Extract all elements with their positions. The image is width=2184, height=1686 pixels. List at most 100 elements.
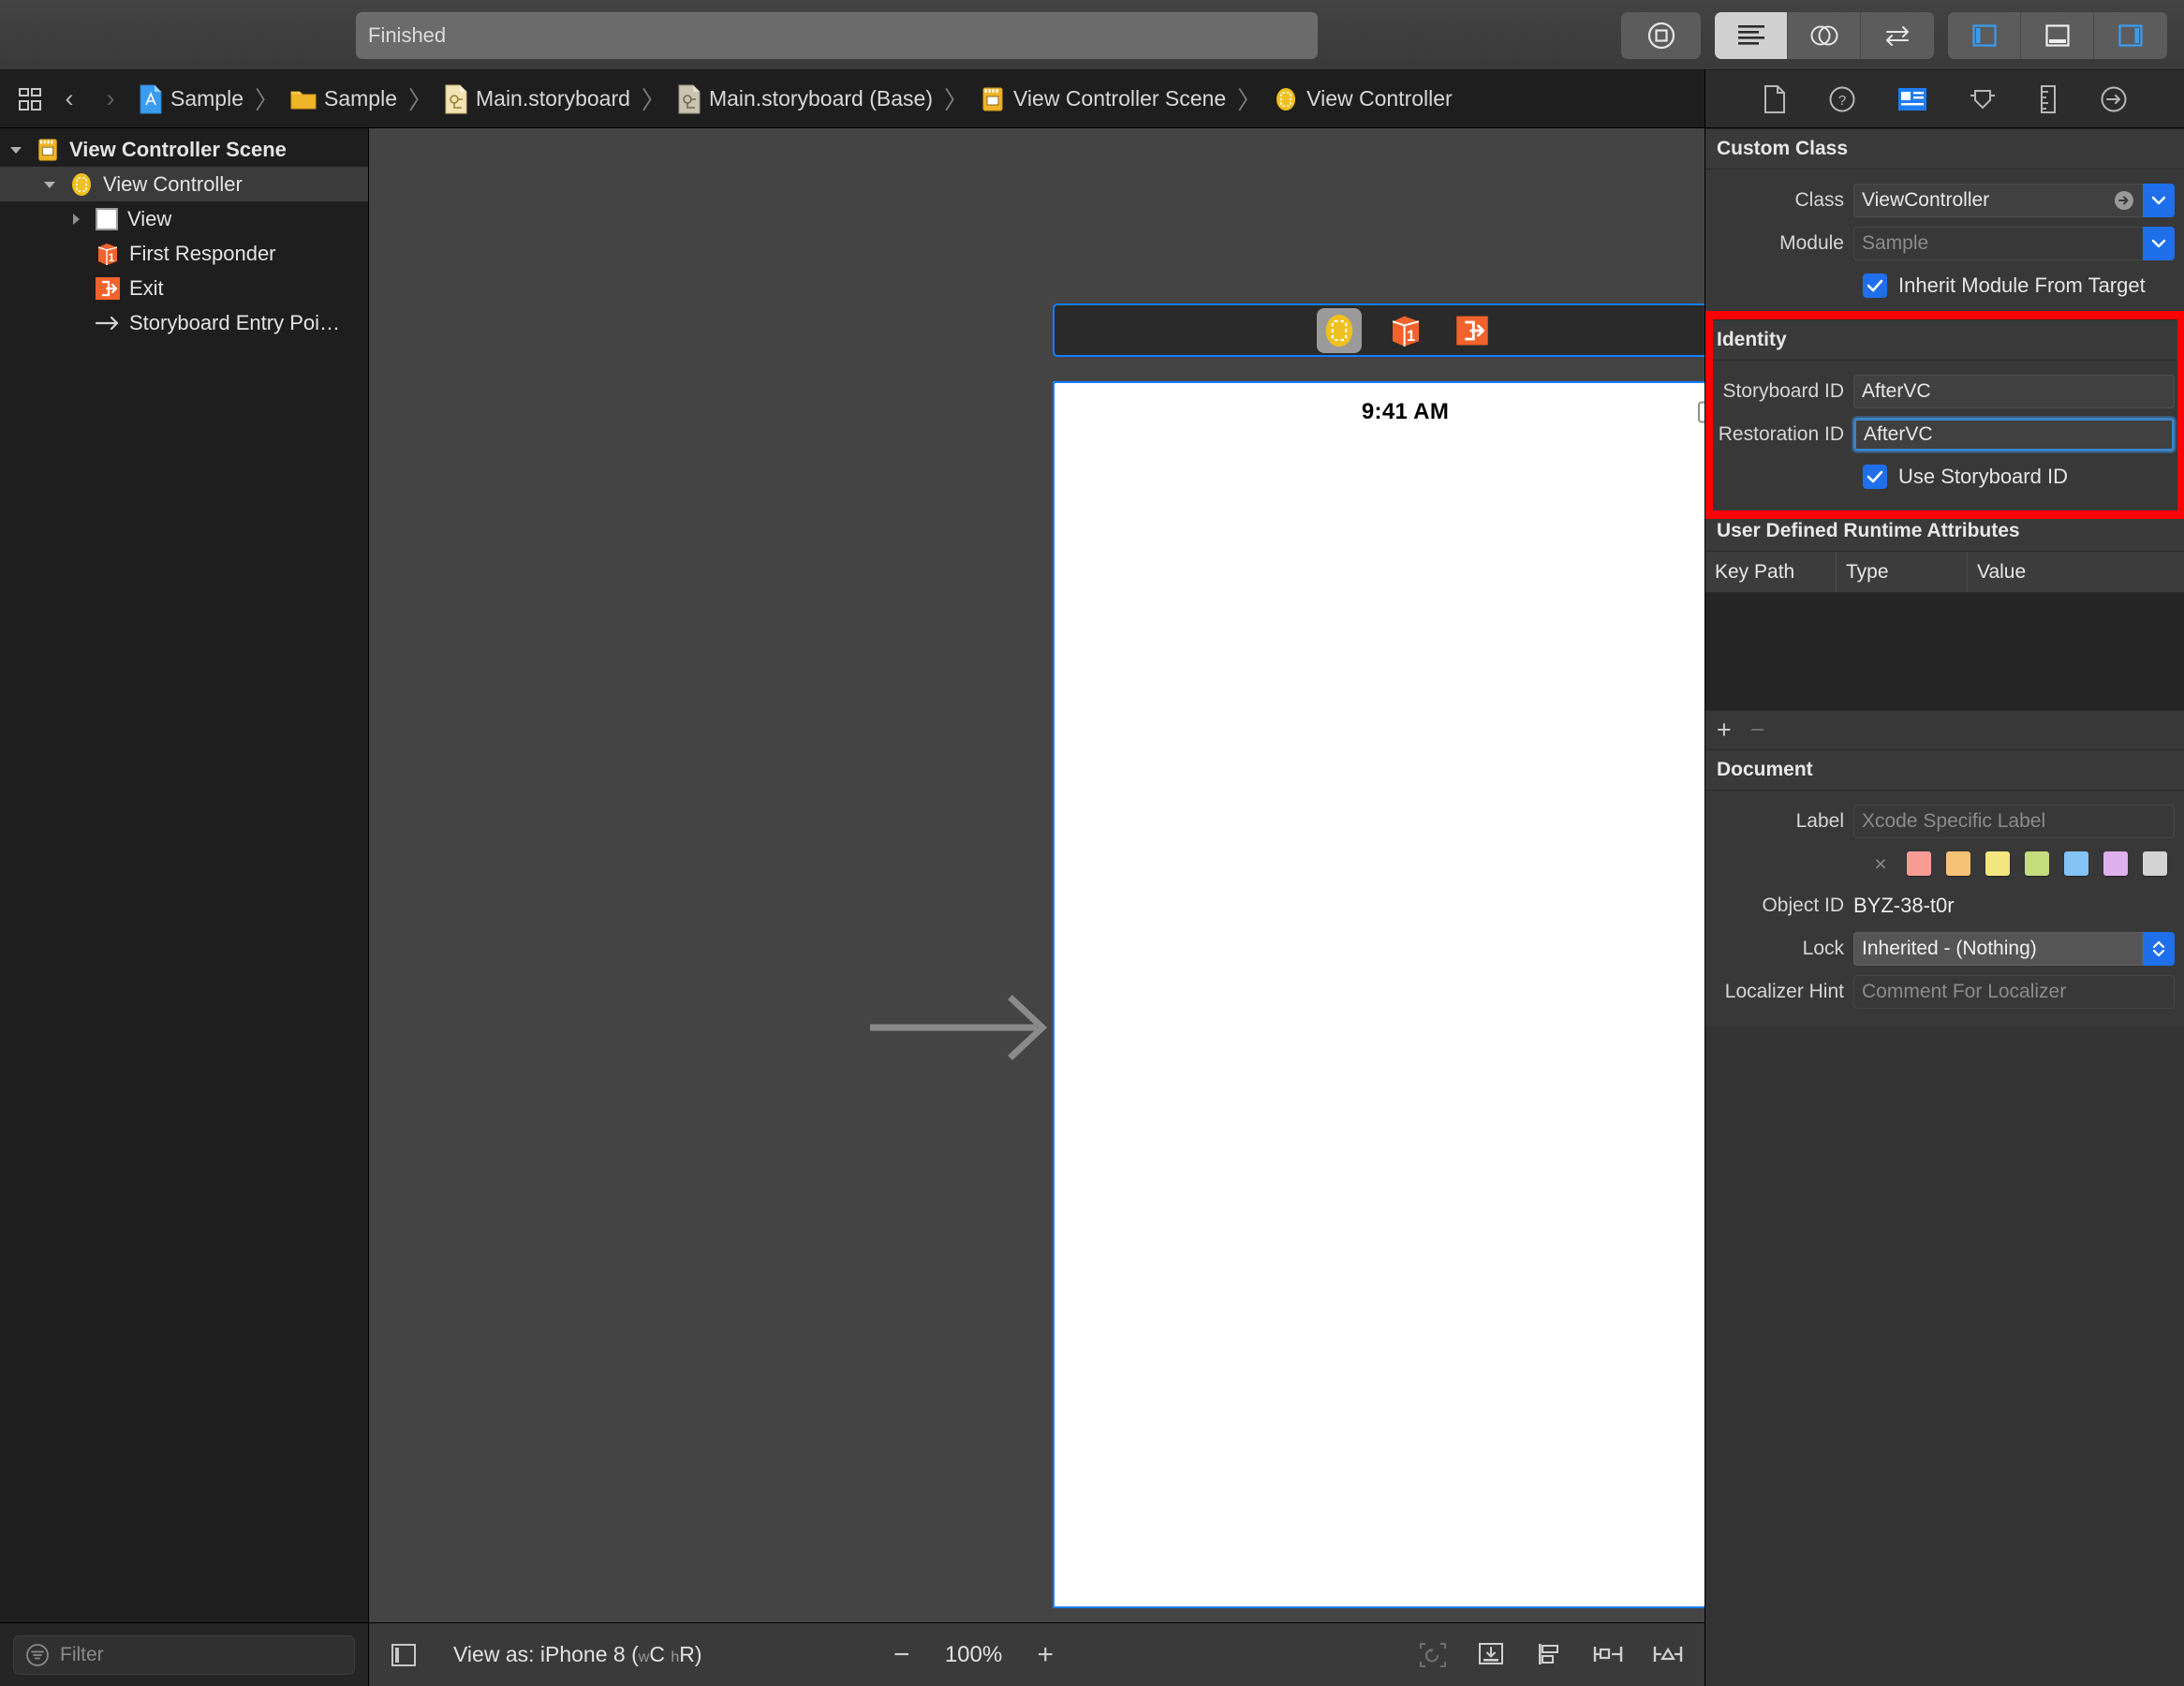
standard-editor-button[interactable] <box>1715 12 1788 59</box>
section-title: Document <box>1717 759 1813 780</box>
resolve-issues-button[interactable] <box>1652 1641 1684 1669</box>
lock-popup-value[interactable]: Inherited - (Nothing) <box>1853 932 2143 966</box>
embed-in-button[interactable] <box>1476 1641 1506 1669</box>
swatch-red[interactable] <box>1907 851 1931 876</box>
class-dropdown-button[interactable] <box>2143 184 2175 217</box>
toggle-debug-area-button[interactable] <box>2021 12 2094 59</box>
connections-inspector-tab[interactable] <box>2100 85 2128 113</box>
scene-first-responder-button[interactable]: 1 <box>1383 308 1428 353</box>
svg-text:1: 1 <box>1406 327 1414 345</box>
custom-class-section-body: Class ViewController Module Sample Inher… <box>1705 170 2184 319</box>
outline-item-view-controller[interactable]: View Controller <box>0 167 368 201</box>
outline-item-first-responder[interactable]: 1 First Responder <box>0 236 368 271</box>
swatch-blue[interactable] <box>2064 851 2088 876</box>
udra-empty-rows[interactable] <box>1705 593 2184 710</box>
udra-column-value: Value <box>1977 560 2027 583</box>
breadcrumb-item-project[interactable]: Sample <box>137 84 245 114</box>
swatch-orange[interactable] <box>1946 851 1970 876</box>
class-row: Class ViewController <box>1705 179 2184 222</box>
filter-input[interactable]: Filter <box>13 1634 355 1675</box>
outline-item-storyboard-entry-point[interactable]: Storyboard Entry Poi… <box>0 305 368 340</box>
grid-squares-icon <box>19 87 41 111</box>
lock-stepper-button[interactable] <box>2143 932 2175 966</box>
use-storyboard-id-checkbox[interactable] <box>1863 465 1887 489</box>
section-title: User Defined Runtime Attributes <box>1717 520 2020 541</box>
view-as-width-class: C <box>649 1642 665 1666</box>
swatch-green[interactable] <box>2025 851 2049 876</box>
swatch-purple[interactable] <box>2103 851 2128 876</box>
outline-item-view-controller-scene[interactable]: View Controller Scene <box>0 132 368 167</box>
back-button[interactable]: ‹ <box>49 84 90 113</box>
udra-add-button[interactable]: + <box>1717 717 1732 743</box>
module-field-group: Sample <box>1853 227 2175 260</box>
zoom-out-button[interactable]: − <box>893 1640 910 1669</box>
outline-item-label: Exit <box>129 275 164 300</box>
disclosure-triangle-open-icon[interactable] <box>6 142 26 157</box>
update-frames-icon <box>1420 1642 1446 1667</box>
attributes-inspector-tab[interactable] <box>1969 85 1997 113</box>
module-dropdown-button[interactable] <box>2143 227 2175 260</box>
jump-to-definition-icon[interactable] <box>2113 189 2135 212</box>
view-as-label[interactable]: View as: iPhone 8 (wC hR) <box>453 1642 702 1667</box>
document-icon <box>1763 84 1785 113</box>
exit-icon <box>96 276 120 300</box>
storyboard-id-input[interactable]: AfterVC <box>1853 375 2175 408</box>
swatch-yellow[interactable] <box>1985 851 2010 876</box>
breadcrumb-item-view-controller[interactable]: View Controller <box>1271 85 1454 113</box>
breadcrumb-item-storyboard[interactable]: Main.storyboard <box>442 84 632 114</box>
udra-remove-button[interactable]: − <box>1750 717 1765 743</box>
scene-view-controller-button[interactable] <box>1316 307 1362 353</box>
related-items-button[interactable] <box>11 87 49 111</box>
scene-exit-button[interactable] <box>1450 308 1495 353</box>
version-editor-button[interactable] <box>1861 12 1934 59</box>
outline-item-view[interactable]: View <box>0 201 368 236</box>
toggle-navigator-button[interactable] <box>1948 12 2021 59</box>
class-value: ViewController <box>1862 189 1990 211</box>
breadcrumb-separator: 〉 <box>943 86 968 114</box>
view-controller-icon <box>1276 87 1296 111</box>
xcode-window: Finished ‹ › Sample 〉 Sample 〉 Main.stor… <box>0 0 2184 1686</box>
module-input[interactable]: Sample <box>1853 227 2143 260</box>
size-inspector-tab[interactable] <box>2038 84 2059 114</box>
status-bar-time: 9:41 AM <box>1361 398 1450 424</box>
use-storyboard-id-row[interactable]: Use Storyboard ID <box>1705 456 2184 497</box>
localizer-hint-input[interactable]: Comment For Localizer <box>1853 975 2175 1009</box>
breadcrumb-item-storyboard-base[interactable]: Main.storyboard (Base) <box>675 84 935 114</box>
align-icon <box>1539 1643 1558 1664</box>
inspector-filler <box>1705 1027 2184 1686</box>
swatch-none-button[interactable]: × <box>1869 851 1892 877</box>
breadcrumb-item-scene[interactable]: View Controller Scene <box>978 85 1228 113</box>
identity-inspector-tab[interactable] <box>1897 87 1927 111</box>
quick-help-inspector-tab[interactable]: ? <box>1828 85 1856 113</box>
outline-item-label: Storyboard Entry Poi… <box>129 310 340 334</box>
class-field-group: ViewController <box>1853 184 2175 217</box>
udra-toolbar: + − <box>1705 710 2184 749</box>
breadcrumb-item-group[interactable]: Sample <box>288 86 399 111</box>
toggle-inspector-button[interactable] <box>2094 12 2167 59</box>
align-button[interactable] <box>1534 1641 1564 1669</box>
class-input[interactable]: ViewController <box>1853 184 2143 217</box>
add-constraints-button[interactable] <box>1592 1641 1624 1669</box>
inherit-module-row[interactable]: Inherit Module From Target <box>1705 265 2184 306</box>
zoom-in-button[interactable]: + <box>1038 1640 1055 1669</box>
storyboard-canvas[interactable]: 1 9:41 AM <box>369 128 1704 1622</box>
update-frames-button[interactable] <box>1418 1641 1448 1669</box>
inherit-module-checkbox[interactable] <box>1863 274 1887 298</box>
window-toolbar: Finished <box>0 0 2184 70</box>
outline-item-exit[interactable]: Exit <box>0 271 368 305</box>
restoration-id-row: Restoration ID AfterVC <box>1705 413 2184 456</box>
disclosure-triangle-open-icon[interactable] <box>39 177 60 192</box>
toggle-document-outline-button[interactable] <box>390 1643 418 1667</box>
breadcrumb-list: Sample 〉 Sample 〉 Main.storyboard 〉 Main… <box>137 81 1454 116</box>
disclosure-triangle-closed-icon[interactable] <box>66 212 86 227</box>
swatch-gray[interactable] <box>2143 851 2167 876</box>
forward-button[interactable]: › <box>90 84 131 113</box>
breadcrumb-label: View Controller Scene <box>1013 86 1227 111</box>
stop-button[interactable] <box>1621 12 1701 59</box>
restoration-id-input[interactable]: AfterVC <box>1853 418 2175 451</box>
document-label-input[interactable]: Xcode Specific Label <box>1853 805 2175 838</box>
device-preview[interactable]: 9:41 AM <box>1053 381 1704 1608</box>
file-inspector-tab[interactable] <box>1763 84 1787 114</box>
breadcrumb-separator: 〉 <box>254 86 279 114</box>
assistant-editor-button[interactable] <box>1788 12 1861 59</box>
